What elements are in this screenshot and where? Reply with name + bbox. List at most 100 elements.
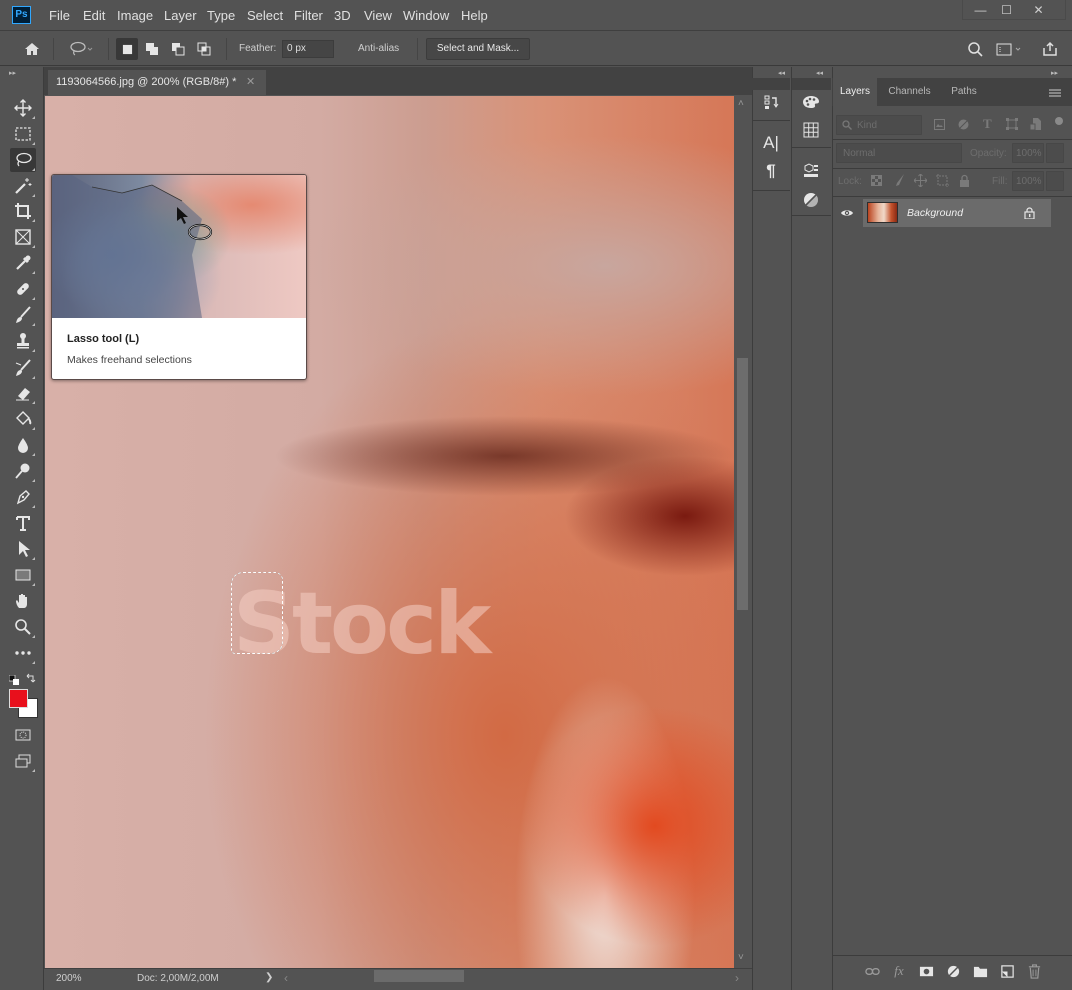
share-button[interactable] <box>1039 38 1061 60</box>
menu-help[interactable]: Help <box>461 8 488 23</box>
path-selection-tool[interactable] <box>10 537 36 561</box>
foreground-color-swatch[interactable] <box>9 689 28 708</box>
fill-dropdown[interactable] <box>1046 171 1064 191</box>
tab-layers[interactable]: Layers <box>833 78 877 106</box>
move-tool[interactable] <box>10 96 36 120</box>
layer-name[interactable]: Background <box>907 207 963 219</box>
status-menu-arrow[interactable]: ❯ <box>265 972 273 983</box>
screen-mode-button[interactable] <box>10 749 36 773</box>
menu-file[interactable]: File <box>49 8 70 23</box>
menu-3d[interactable]: 3D <box>334 8 351 23</box>
menu-window[interactable]: Window <box>403 8 449 23</box>
lock-all-icon[interactable] <box>959 174 970 187</box>
lock-image-pixels-icon[interactable] <box>893 174 905 187</box>
swatches-panel-button[interactable] <box>792 115 830 145</box>
default-colors-icon[interactable] <box>8 672 19 685</box>
lock-artboard-icon[interactable] <box>936 174 949 187</box>
history-panel-button[interactable] <box>752 88 790 118</box>
expand-panels-icon[interactable]: ◂◂ <box>816 69 823 77</box>
menu-layer[interactable]: Layer <box>164 8 197 23</box>
swap-colors-icon[interactable] <box>25 671 37 683</box>
collapse-panel-icon[interactable]: ▸▸ <box>1051 69 1058 77</box>
lasso-tool[interactable] <box>10 148 36 172</box>
adjustments-panel-button[interactable] <box>792 185 830 215</box>
lock-transparent-pixels-icon[interactable] <box>871 175 882 186</box>
layer-style-fx-button[interactable]: fx <box>891 963 907 979</box>
select-and-mask-button[interactable]: Select and Mask... <box>426 38 530 60</box>
expand-panels-icon[interactable]: ◂◂ <box>778 69 785 77</box>
collapse-toolbar-icon[interactable]: ▸▸ <box>9 69 16 77</box>
tab-channels[interactable]: Channels <box>878 78 941 106</box>
pen-tool[interactable] <box>10 485 36 509</box>
new-layer-button[interactable] <box>999 963 1015 979</box>
add-mask-button[interactable] <box>918 963 934 979</box>
zoom-level[interactable]: 200% <box>56 973 82 984</box>
libraries-panel-button[interactable] <box>792 156 830 186</box>
maximize-button[interactable]: ☐ <box>993 0 1020 20</box>
filter-shape-icon[interactable] <box>1006 118 1018 130</box>
character-panel-button[interactable]: A| <box>752 128 790 158</box>
delete-layer-button[interactable] <box>1026 963 1042 979</box>
scroll-right-arrow[interactable]: › <box>735 971 739 985</box>
rectangular-marquee-tool[interactable] <box>10 122 36 146</box>
crop-tool[interactable] <box>10 199 36 223</box>
paint-bucket-tool[interactable] <box>10 407 36 431</box>
scroll-down-arrow[interactable]: ˅ <box>738 952 744 963</box>
document-tab[interactable]: 1193064566.jpg @ 200% (RGB/8#) * <box>48 70 266 95</box>
edit-toolbar[interactable] <box>10 641 36 665</box>
eye-visibility-icon[interactable] <box>840 208 854 218</box>
tool-preset-picker[interactable] <box>62 38 100 60</box>
subtract-from-selection-button[interactable] <box>167 38 189 60</box>
zoom-tool[interactable] <box>10 615 36 639</box>
filter-adjustment-icon[interactable] <box>958 119 969 130</box>
menu-select[interactable]: Select <box>247 8 283 23</box>
quick-mask-button[interactable] <box>10 723 36 747</box>
color-panel-button[interactable] <box>792 87 830 117</box>
search-button[interactable] <box>964 38 986 60</box>
lock-position-icon[interactable] <box>914 174 927 187</box>
history-brush-tool[interactable] <box>10 356 36 380</box>
healing-brush-tool[interactable] <box>10 277 36 301</box>
menu-filter[interactable]: Filter <box>294 8 323 23</box>
scroll-left-arrow[interactable]: ‹ <box>284 971 288 985</box>
blur-tool[interactable] <box>10 433 36 457</box>
panel-menu-icon[interactable] <box>1049 86 1061 97</box>
horizontal-scroll-thumb[interactable] <box>374 970 464 982</box>
menu-type[interactable]: Type <box>207 8 235 23</box>
tab-paths[interactable]: Paths <box>942 78 986 106</box>
new-adjustment-layer-button[interactable] <box>945 963 961 979</box>
scroll-up-arrow[interactable]: ˄ <box>738 98 744 109</box>
close-tab-icon[interactable]: ✕ <box>246 70 255 94</box>
paragraph-panel-button[interactable]: ¶ <box>752 156 790 186</box>
home-button[interactable] <box>21 38 43 60</box>
clone-stamp-tool[interactable] <box>10 329 36 353</box>
filter-type-icon[interactable]: T <box>983 116 992 132</box>
rectangle-tool[interactable] <box>10 563 36 587</box>
menu-edit[interactable]: Edit <box>83 8 105 23</box>
new-selection-button[interactable] <box>116 38 138 60</box>
dodge-tool[interactable] <box>10 459 36 483</box>
new-group-button[interactable] <box>972 963 988 979</box>
feather-input[interactable]: 0 px <box>282 40 334 58</box>
menu-image[interactable]: Image <box>117 8 153 23</box>
link-layers-button[interactable] <box>864 963 880 979</box>
vertical-scroll-thumb[interactable] <box>737 358 748 610</box>
minimize-button[interactable]: — <box>967 0 994 20</box>
hand-tool[interactable] <box>10 589 36 613</box>
workspace-switcher[interactable] <box>994 38 1024 60</box>
close-button[interactable]: ✕ <box>1025 0 1052 20</box>
menu-view[interactable]: View <box>364 8 392 23</box>
filter-toggle-switch[interactable] <box>1055 117 1063 125</box>
filter-smart-object-icon[interactable] <box>1030 118 1041 130</box>
frame-tool[interactable] <box>10 225 36 249</box>
intersect-selection-button[interactable] <box>193 38 215 60</box>
type-tool[interactable] <box>10 511 36 535</box>
magic-wand-tool[interactable] <box>10 174 36 198</box>
brush-tool[interactable] <box>10 303 36 327</box>
opacity-dropdown[interactable] <box>1046 143 1064 163</box>
add-to-selection-button[interactable] <box>141 38 163 60</box>
layer-lock-icon[interactable] <box>1024 207 1035 219</box>
eraser-tool[interactable] <box>10 381 36 405</box>
eyedropper-tool[interactable] <box>10 251 36 275</box>
filter-pixel-icon[interactable] <box>934 119 945 130</box>
